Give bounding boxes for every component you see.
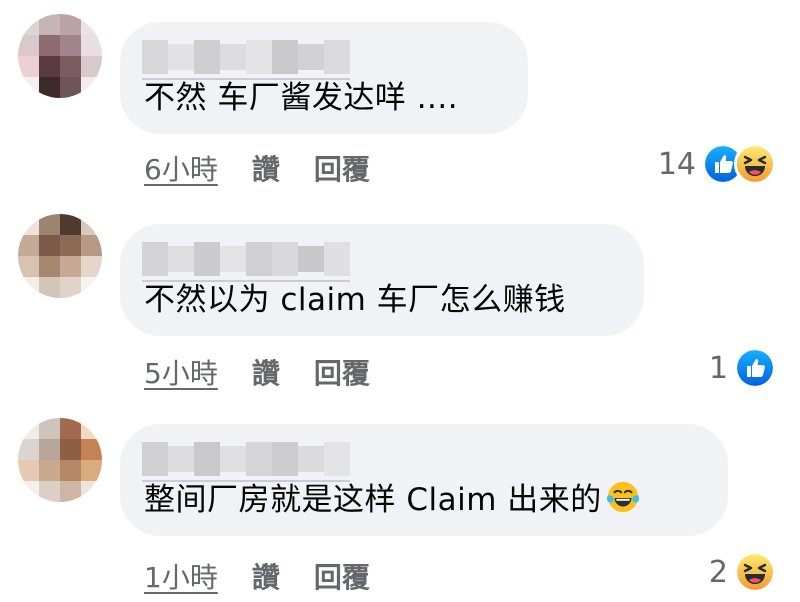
avatar[interactable] (18, 418, 102, 502)
comment-text: 整间厂房就是这样 Claim 出来的 (144, 480, 640, 520)
reaction-summary[interactable]: 1 (709, 347, 776, 389)
reply-button[interactable]: 回覆 (314, 148, 370, 188)
reaction-count: 1 (708, 350, 728, 386)
like-button[interactable]: 讚 (252, 352, 280, 392)
comment-text: 不然以为 claim 车厂怎么赚钱 (144, 282, 566, 318)
timestamp-link[interactable]: 5小時 (144, 352, 218, 392)
reply-button[interactable]: 回覆 (314, 556, 370, 596)
tears-of-joy-emoji (606, 480, 640, 514)
like-icon (734, 347, 776, 389)
comment-text-content: 整间厂房就是这样 Claim 出来的 (144, 482, 602, 518)
comment-bubble: 整间厂房就是这样 Claim 出来的 (120, 424, 728, 536)
avatar[interactable] (18, 14, 102, 98)
comment-actions: 5小時 讚 回覆 (144, 352, 370, 392)
avatar[interactable] (18, 214, 102, 298)
author-name-blurred[interactable] (142, 40, 350, 74)
timestamp-link[interactable]: 1小時 (144, 556, 218, 596)
comment-actions: 6小時 讚 回覆 (144, 148, 370, 188)
like-button[interactable]: 讚 (252, 556, 280, 596)
reaction-count: 14 (657, 146, 696, 182)
comment-text: 不然 车厂酱发达咩 .... (144, 80, 459, 116)
like-button[interactable]: 讚 (252, 148, 280, 188)
timestamp-link[interactable]: 6小時 (144, 148, 218, 188)
author-name-blurred[interactable] (142, 442, 350, 476)
comment-actions: 1小時 讚 回覆 (144, 556, 370, 596)
reaction-count: 2 (708, 554, 728, 590)
reaction-summary[interactable]: 2 (709, 551, 776, 593)
comment-bubble: 不然以为 claim 车厂怎么赚钱 (120, 224, 644, 336)
author-name-blurred[interactable] (142, 242, 350, 276)
reply-button[interactable]: 回覆 (314, 352, 370, 392)
haha-icon (734, 143, 776, 185)
comment-bubble: 不然 车厂酱发达咩 .... (120, 22, 528, 134)
reaction-summary[interactable]: 14 (658, 143, 776, 185)
haha-icon (734, 551, 776, 593)
